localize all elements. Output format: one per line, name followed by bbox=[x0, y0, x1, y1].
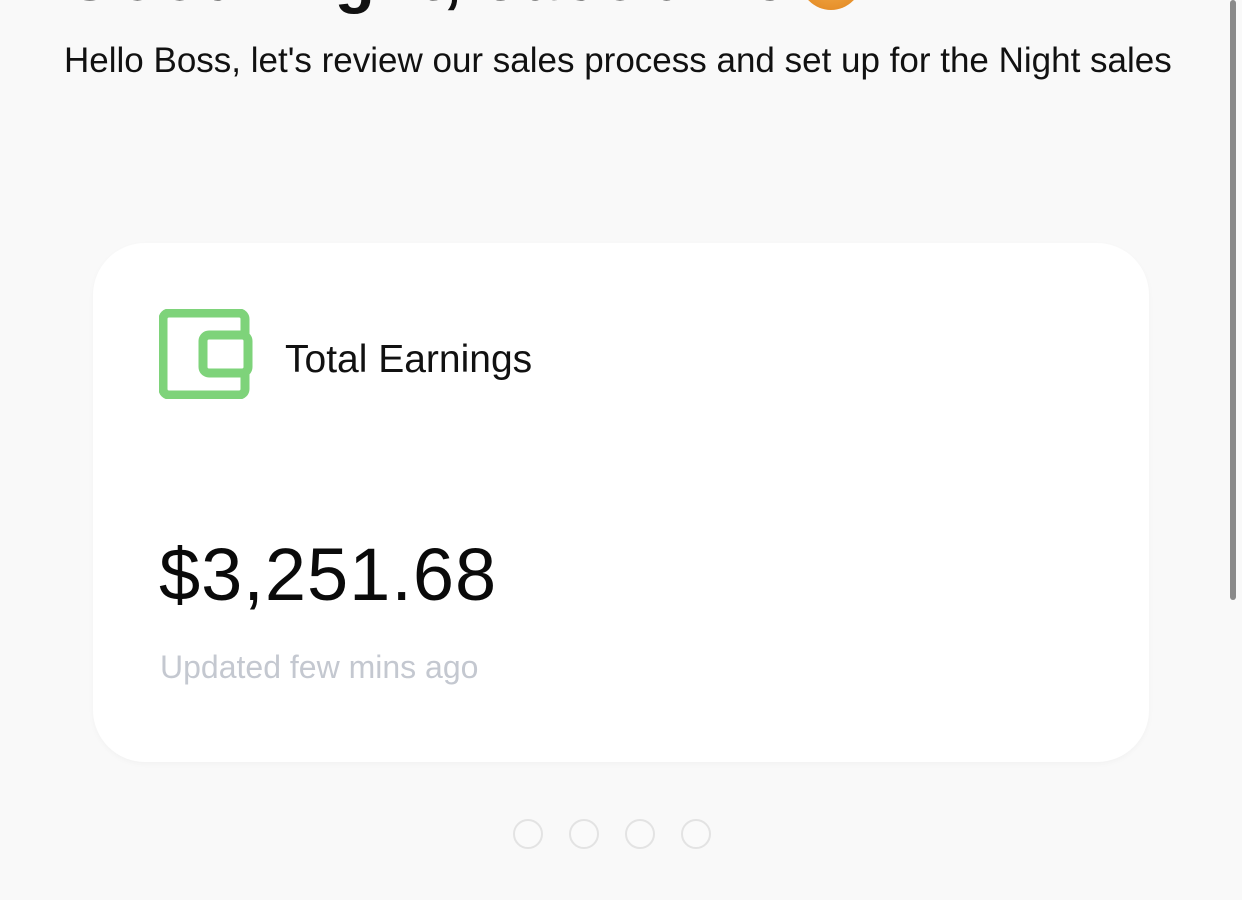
carousel-dot-2[interactable] bbox=[569, 819, 599, 849]
greeting-heading: Good Night, Jacob Pel bbox=[64, 0, 810, 12]
vertical-scrollbar[interactable] bbox=[1230, 0, 1236, 600]
carousel-dot-3[interactable] bbox=[625, 819, 655, 849]
card-title: Total Earnings bbox=[285, 338, 533, 381]
greeting-subtitle: Hello Boss, let's review our sales proce… bbox=[64, 41, 1172, 80]
dashboard-page: Good Night, Jacob Pel Hello Boss, let's … bbox=[0, 0, 1242, 900]
carousel-pagination bbox=[513, 819, 711, 849]
carousel-dot-1[interactable] bbox=[513, 819, 543, 849]
earnings-amount: $3,251.68 bbox=[159, 533, 498, 616]
total-earnings-card[interactable]: Total Earnings $3,251.68 Updated few min… bbox=[93, 243, 1149, 762]
wallet-icon bbox=[158, 308, 255, 400]
updated-timestamp: Updated few mins ago bbox=[160, 649, 479, 685]
carousel-dot-4[interactable] bbox=[681, 819, 711, 849]
